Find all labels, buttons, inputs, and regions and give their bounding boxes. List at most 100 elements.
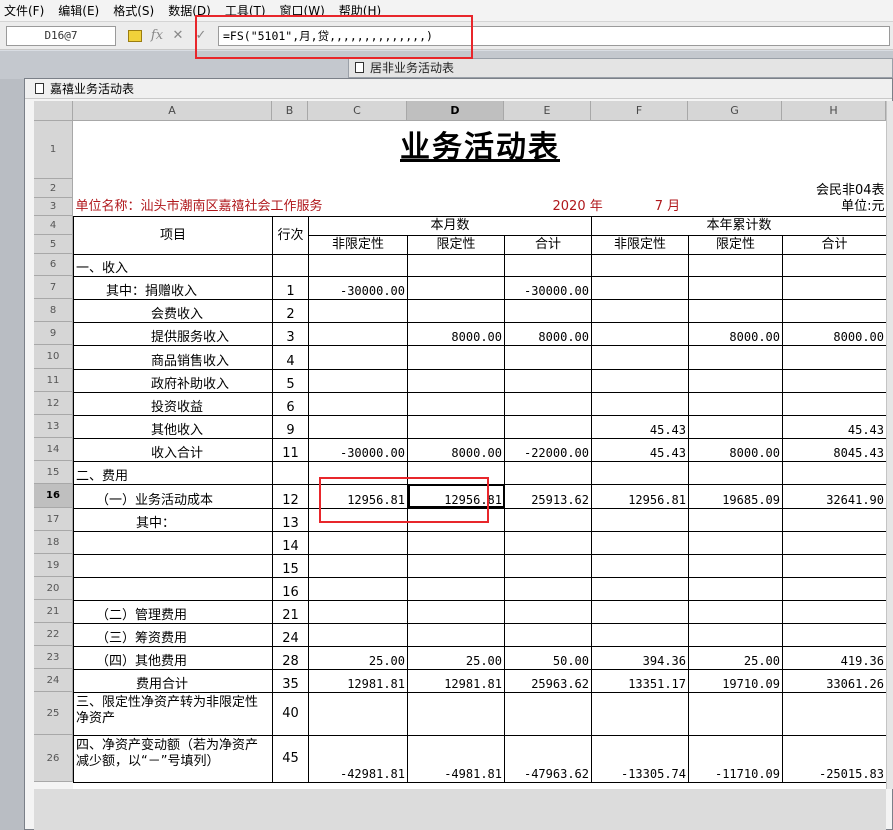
value-cell-c24[interactable]: 12981.81 [308,669,408,693]
value-cell-h18[interactable] [782,531,887,555]
item-cell-row-7[interactable]: 其中：捐赠收入 [73,276,273,300]
line-no-cell-row-6[interactable] [272,254,309,277]
row-header-16[interactable]: 16 [34,484,73,508]
item-cell-row-13[interactable]: 其他收入 [73,415,273,439]
item-cell-row-17[interactable]: 其中： [73,508,273,532]
value-cell-e14[interactable]: -22000.00 [504,438,592,462]
value-cell-d7[interactable] [407,276,505,300]
value-cell-h21[interactable] [782,600,887,624]
value-cell-e25[interactable] [504,692,592,736]
value-cell-f7[interactable] [591,276,689,300]
value-cell-c7[interactable]: -30000.00 [308,276,408,300]
cell-reference-box[interactable]: D16@7 [6,26,116,46]
value-cell-d22[interactable] [407,623,505,647]
header-month-unrestricted[interactable]: 非限定性 [308,235,408,255]
item-cell-row-12[interactable]: 投资收益 [73,392,273,416]
row-header-2[interactable]: 2 [34,179,73,198]
value-cell-e6[interactable] [504,254,592,277]
value-cell-f15[interactable] [591,461,689,485]
value-cell-h16[interactable]: 32641.90 [782,484,887,509]
value-cell-d11[interactable] [407,369,505,393]
line-no-cell-row-7[interactable]: 1 [272,276,309,300]
value-cell-h11[interactable] [782,369,887,393]
value-cell-g9[interactable]: 8000.00 [688,322,783,346]
value-cell-c17[interactable] [308,508,408,532]
value-cell-h17[interactable] [782,508,887,532]
row-header-21[interactable]: 21 [34,600,73,623]
row-header-25[interactable]: 25 [34,692,73,735]
value-cell-d15[interactable] [407,461,505,485]
value-cell-d16[interactable]: 12956.81 [407,484,505,509]
line-no-cell-row-24[interactable]: 35 [272,669,309,693]
column-header-b[interactable]: B [272,101,308,121]
value-cell-d23[interactable]: 25.00 [407,646,505,670]
value-cell-d26[interactable]: -4981.81 [407,735,505,783]
value-cell-f11[interactable] [591,369,689,393]
row-header-20[interactable]: 20 [34,577,73,600]
confirm-icon[interactable]: ✓ [193,28,209,44]
header-ytd-unrestricted[interactable]: 非限定性 [591,235,689,255]
value-cell-e10[interactable] [504,345,592,370]
header-item[interactable]: 项目 [73,215,273,255]
report-title-cell[interactable]: 业务活动表 [74,121,887,179]
value-cell-d8[interactable] [407,299,505,323]
value-cell-h25[interactable] [782,692,887,736]
value-cell-e9[interactable]: 8000.00 [504,322,592,346]
value-cell-h23[interactable]: 419.36 [782,646,887,670]
value-cell-g21[interactable] [688,600,783,624]
value-cell-e19[interactable] [504,554,592,578]
value-cell-f16[interactable]: 12956.81 [591,484,689,509]
menu-item-4[interactable]: 工具(T) [225,2,266,19]
column-header-h[interactable]: H [782,101,886,121]
header-ytd-restricted[interactable]: 限定性 [688,235,783,255]
header-ytd[interactable]: 本年累计数 [591,215,887,236]
line-no-cell-row-9[interactable]: 3 [272,322,309,346]
item-cell-row-9[interactable]: 提供服务收入 [73,322,273,346]
value-cell-d13[interactable] [407,415,505,439]
value-cell-f26[interactable]: -13305.74 [591,735,689,783]
value-cell-d20[interactable] [407,577,505,601]
cancel-icon[interactable]: ✕ [170,28,186,44]
line-no-cell-row-17[interactable]: 13 [272,508,309,532]
value-cell-h19[interactable] [782,554,887,578]
item-cell-row-20[interactable] [73,577,273,601]
item-cell-row-26[interactable]: 四、净资产变动额（若为净资产减少额，以“－”号填列） [73,735,273,783]
background-window-tab[interactable]: 居非业务活动表 [348,58,893,78]
form-code-cell[interactable]: 会民非04表 [74,179,887,198]
item-cell-row-11[interactable]: 政府补助收入 [73,369,273,393]
line-no-cell-row-10[interactable]: 4 [272,345,309,370]
value-cell-f10[interactable] [591,345,689,370]
row-header-14[interactable]: 14 [34,438,73,461]
line-no-cell-row-20[interactable]: 16 [272,577,309,601]
value-cell-c23[interactable]: 25.00 [308,646,408,670]
row-header-5[interactable]: 5 [34,235,73,254]
value-cell-g8[interactable] [688,299,783,323]
line-no-cell-row-12[interactable]: 6 [272,392,309,416]
value-cell-h26[interactable]: -25015.83 [782,735,887,783]
value-cell-h8[interactable] [782,299,887,323]
value-cell-e12[interactable] [504,392,592,416]
value-cell-d9[interactable]: 8000.00 [407,322,505,346]
value-cell-g7[interactable] [688,276,783,300]
value-cell-g24[interactable]: 19710.09 [688,669,783,693]
value-cell-h14[interactable]: 8045.43 [782,438,887,462]
value-cell-g16[interactable]: 19685.09 [688,484,783,509]
value-cell-c25[interactable] [308,692,408,736]
line-no-cell-row-23[interactable]: 28 [272,646,309,670]
value-cell-f18[interactable] [591,531,689,555]
report-window-titlebar[interactable]: 嘉禧业务活动表 [25,79,892,99]
row-header-19[interactable]: 19 [34,554,73,577]
value-cell-h9[interactable]: 8000.00 [782,322,887,346]
value-cell-f20[interactable] [591,577,689,601]
formula-input[interactable]: =FS("5101",月,贷,,,,,,,,,,,,,,) [218,26,890,46]
header-line-no[interactable]: 行次 [272,215,309,255]
line-no-cell-row-21[interactable]: 21 [272,600,309,624]
value-cell-d24[interactable]: 12981.81 [407,669,505,693]
row-header-7[interactable]: 7 [34,276,73,299]
value-cell-f12[interactable] [591,392,689,416]
period-cell[interactable]: 2020 年 7 月 [505,198,689,216]
line-no-cell-row-19[interactable]: 15 [272,554,309,578]
value-cell-d19[interactable] [407,554,505,578]
value-cell-g12[interactable] [688,392,783,416]
line-no-cell-row-11[interactable]: 5 [272,369,309,393]
